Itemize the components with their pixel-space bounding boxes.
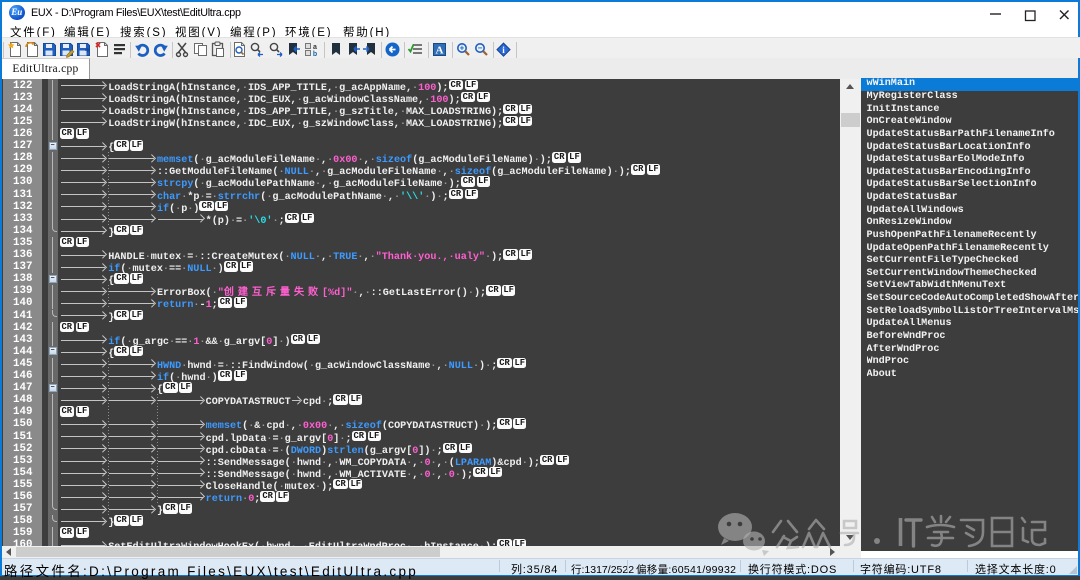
svg-text:b: b — [313, 51, 317, 58]
svg-text:A: A — [436, 45, 444, 57]
svg-text:−: − — [478, 44, 483, 53]
svg-text:+: + — [460, 44, 465, 53]
svg-text:a: a — [313, 44, 317, 51]
